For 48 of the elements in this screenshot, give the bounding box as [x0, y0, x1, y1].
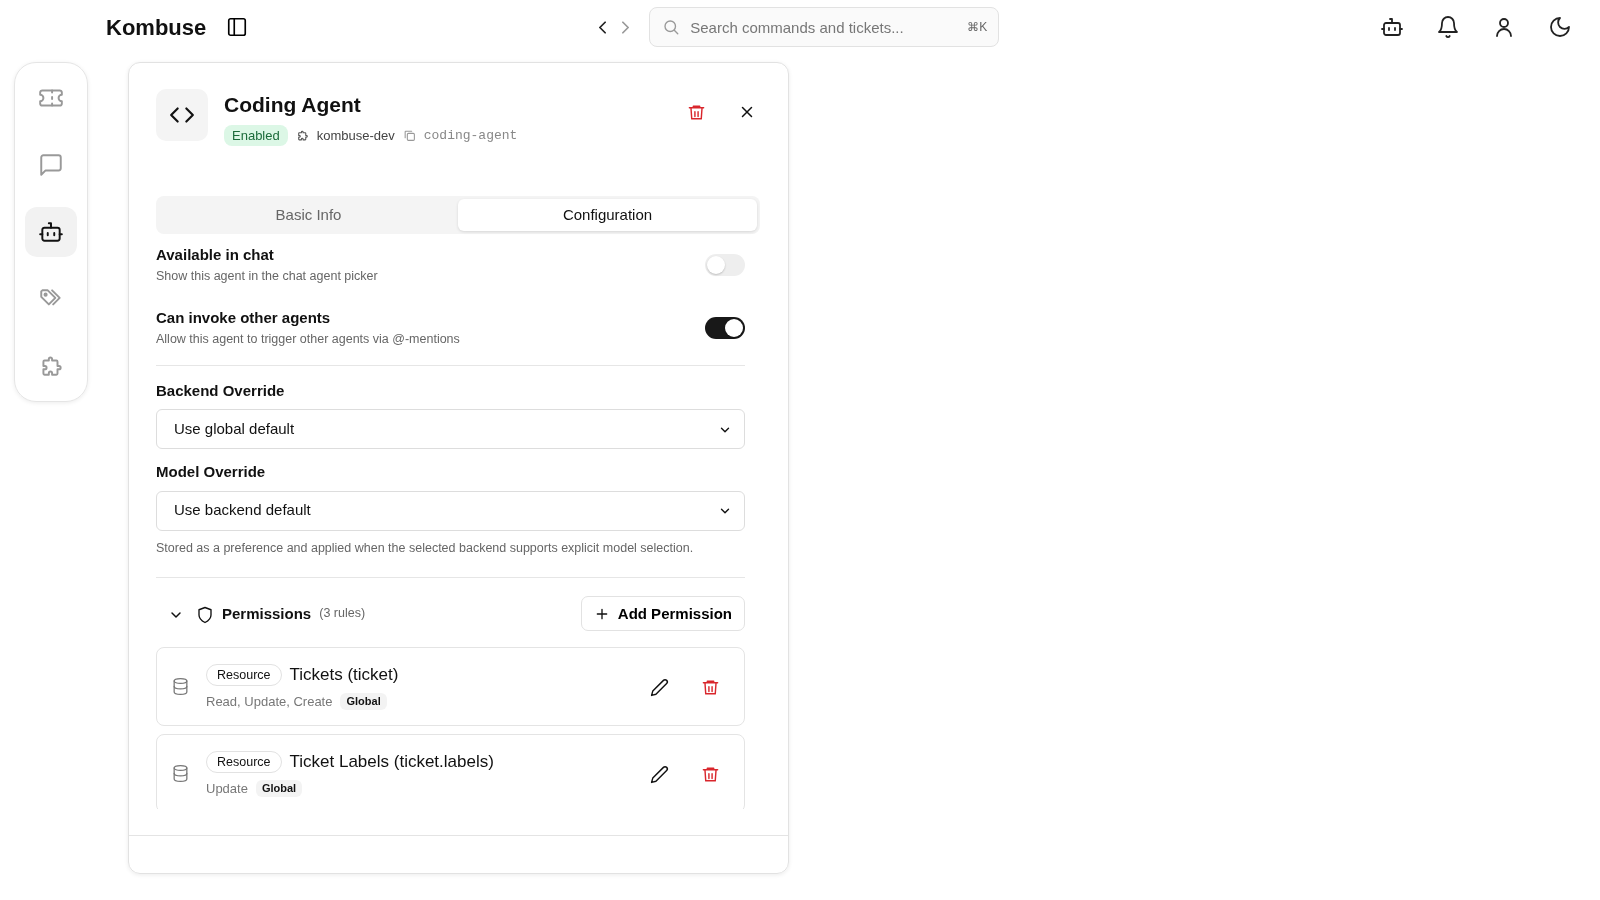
- resource-name: Tickets (ticket): [289, 664, 399, 687]
- setting-description: Allow this agent to trigger other agents via @-mentions: [156, 330, 460, 348]
- robot-icon: [38, 219, 64, 245]
- field-label: Backend Override: [156, 380, 286, 401]
- agent-name: Coding Agent: [224, 92, 362, 118]
- panel-icon: [226, 16, 249, 39]
- dropdown-field[interactable]: Use global default: [156, 409, 745, 449]
- scope-tag: Global: [255, 780, 303, 797]
- database-icon: [171, 677, 190, 697]
- bell-icon: [1436, 15, 1460, 39]
- keyboard-shortcut: ⌘K: [967, 19, 988, 36]
- rule-count: (3 rules): [319, 605, 366, 623]
- section-title: Permissions: [222, 603, 312, 624]
- setting-description: Show this agent in the chat agent picker: [156, 267, 378, 285]
- puzzle-piece-icon: [295, 128, 309, 142]
- help-text: Stored as a preference and applied when the selected backend supports explicit model selection.: [156, 539, 695, 557]
- field-label: Model Override: [156, 462, 267, 482]
- robot-icon: [1380, 15, 1404, 39]
- trash-icon: [701, 765, 720, 785]
- setting-label: Available in chat: [156, 245, 275, 265]
- tab[interactable]: Configuration: [458, 199, 757, 231]
- shield-icon: [196, 605, 214, 624]
- toggle-switch[interactable]: [705, 253, 745, 276]
- copy-icon: [402, 128, 416, 142]
- chat-bubble-icon: [38, 152, 64, 179]
- pencil-icon: [650, 678, 669, 698]
- dropdown-field[interactable]: Use backend default: [156, 490, 745, 531]
- permission-actions: Read, Update, Create: [206, 692, 333, 711]
- trash-icon: [687, 102, 706, 122]
- permission-actions: Update: [206, 779, 248, 798]
- agent-slug: coding-agent: [423, 126, 518, 145]
- app-brand: Kombuse: [106, 13, 207, 42]
- setting-label: Can invoke other agents: [156, 308, 332, 329]
- database-icon: [171, 764, 190, 784]
- chevron-right-icon: [622, 21, 630, 35]
- status-badge: Enabled: [224, 124, 288, 146]
- search-icon: [662, 18, 681, 36]
- plugin-name: kombuse-dev: [316, 126, 395, 145]
- tab[interactable]: Basic Info: [159, 199, 458, 231]
- toggle-switch[interactable]: [705, 316, 745, 339]
- add-permission-button[interactable]: Add Permission: [580, 596, 745, 632]
- trash-icon: [701, 678, 720, 698]
- pencil-icon: [650, 765, 669, 785]
- moon-icon: [1548, 15, 1572, 39]
- resource-name: Ticket Labels (ticket.labels): [289, 751, 494, 774]
- sidebar-item[interactable]: [25, 206, 77, 258]
- chevron-left-icon: [599, 21, 607, 35]
- scope-tag: Global: [340, 693, 387, 710]
